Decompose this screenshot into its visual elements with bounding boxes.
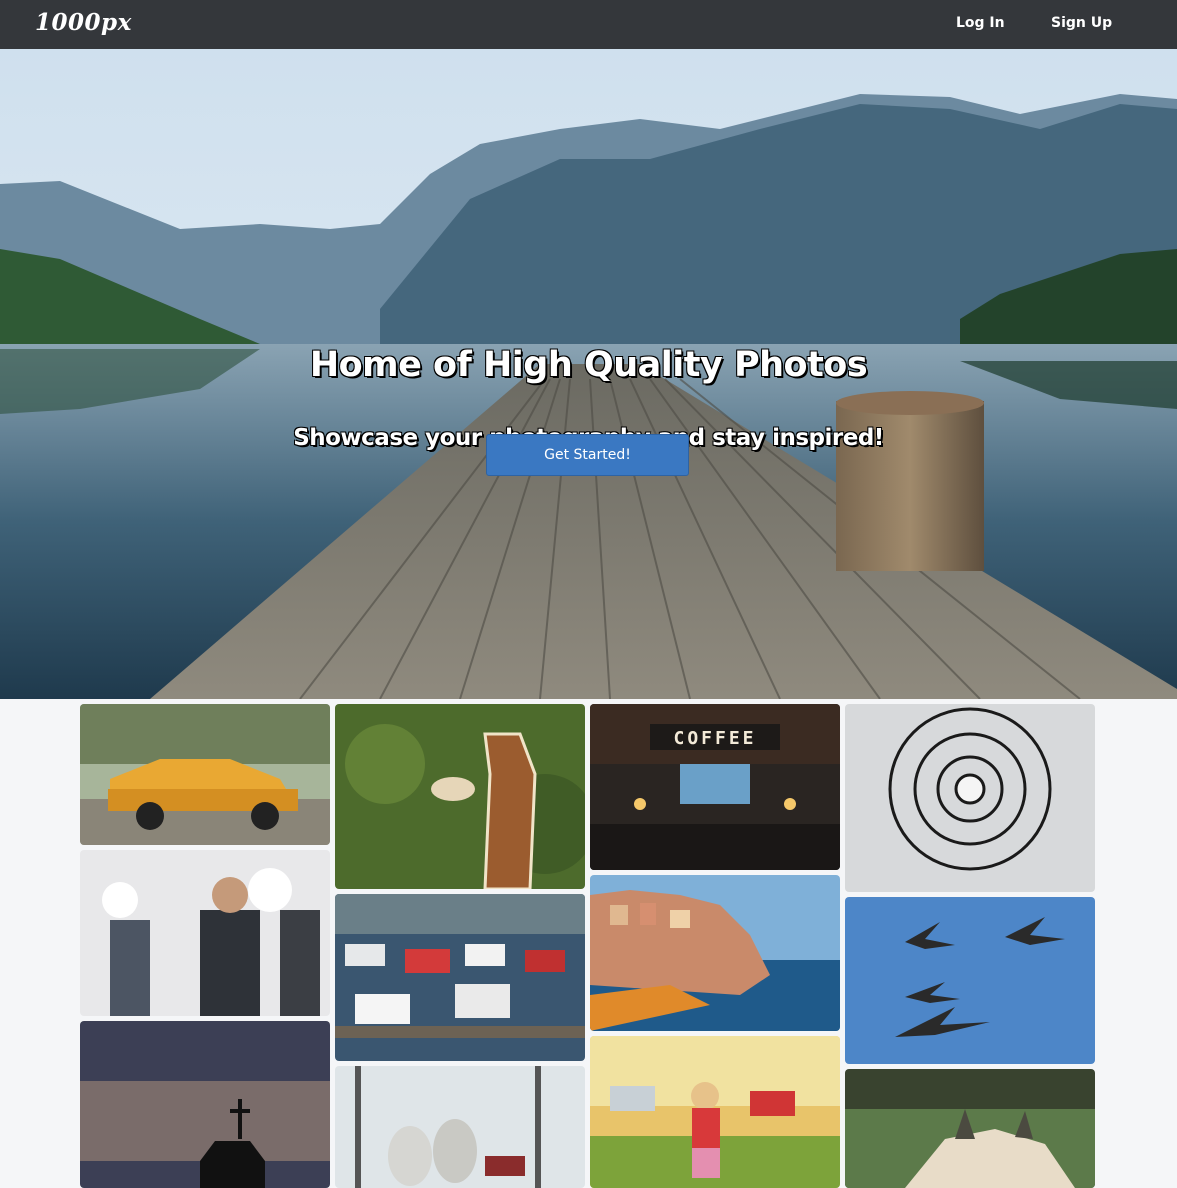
photo-seagulls[interactable] [845, 897, 1095, 1064]
photo-goat-image [845, 1069, 1095, 1188]
photo-child-yard[interactable] [590, 1036, 840, 1188]
hero-title: Home of High Quality Photos [309, 345, 868, 385]
photo-horses-snow-image [335, 1066, 585, 1188]
photo-spiral-staircase-image [845, 704, 1095, 892]
photo-cinque-terre[interactable] [590, 875, 840, 1031]
photo-horses-snow[interactable] [335, 1066, 585, 1188]
signup-link[interactable]: Sign Up [1051, 15, 1112, 31]
coffee-sign-text: COFFEE [673, 728, 756, 749]
photo-marina[interactable] [335, 894, 585, 1061]
photo-goat[interactable] [845, 1069, 1095, 1188]
photo-night-cross[interactable] [80, 1021, 330, 1188]
photo-giraffe-image [335, 704, 585, 889]
brand-logo[interactable]: 1000px [35, 9, 132, 36]
photo-night-cross-image [80, 1021, 330, 1188]
photo-giraffe[interactable] [335, 704, 585, 889]
photo-pillow-fight[interactable] [80, 850, 330, 1016]
get-started-button[interactable]: Get Started! [486, 434, 689, 476]
photo-cinque-terre-image [590, 875, 840, 1031]
photo-yellow-car[interactable] [80, 704, 330, 845]
photo-yellow-car-image [80, 704, 330, 845]
photo-child-yard-image [590, 1036, 840, 1188]
photo-spiral-staircase[interactable] [845, 704, 1095, 892]
photo-pillow-fight-image [80, 850, 330, 1016]
photo-coffee-shop[interactable]: COFFEE [590, 704, 840, 870]
hero-banner: Home of High Quality Photos Showcase you… [0, 49, 1177, 699]
login-link[interactable]: Log In [956, 15, 1005, 31]
photo-marina-image [335, 894, 585, 1061]
navbar: 1000px Log In Sign Up [0, 0, 1177, 49]
photo-seagulls-image [845, 897, 1095, 1064]
photo-coffee-shop-image: COFFEE [590, 704, 840, 870]
